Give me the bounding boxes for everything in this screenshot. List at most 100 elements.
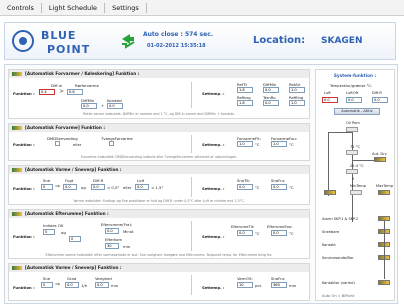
dmdsn-checkbox[interactable] xyxy=(55,141,60,146)
side-footer: Auto On = BlPoint xyxy=(322,294,355,298)
eller-label: eller xyxy=(123,185,132,190)
luft-input[interactable]: 0.0 xyxy=(322,97,338,103)
diffr-input[interactable]: 0.0 xyxy=(372,97,388,103)
ronforvarme-input[interactable]: 0.6 xyxy=(67,89,83,95)
section-note: Efterumme varme indbuldet: efter varmepe… xyxy=(45,253,273,257)
max-temp-led xyxy=(378,190,390,195)
min-temp-led xyxy=(324,190,336,195)
efterumetit-header: EfterumeTit: xyxy=(231,224,255,229)
settemp-label: Settemp. : xyxy=(202,91,225,96)
tvangs-label: TvangsForvarme xyxy=(101,136,133,141)
varighed-input[interactable]: 0.0 xyxy=(95,282,109,288)
sne-input[interactable]: 0 xyxy=(41,282,53,288)
autoclose-countdown: Auto close : 574 sec. xyxy=(143,31,214,38)
snotit-header: SnoTit: xyxy=(237,178,251,183)
grad-input[interactable]: 0.0 xyxy=(65,282,79,288)
luftoff-input[interactable]: 0.0 xyxy=(346,97,362,103)
kondsbl-input[interactable]: 0.0 xyxy=(107,103,123,109)
funktion-label: Funktion : xyxy=(13,142,35,147)
diffmin-input[interactable]: 0.0 xyxy=(81,103,97,109)
section-varme-sneverp: [Automatisk Varme / Sneverp] Funktion : … xyxy=(8,165,310,205)
efterumetit-input[interactable]: 0.0 xyxy=(237,230,253,236)
sne-input[interactable]: 0 xyxy=(41,184,53,190)
reffling-input[interactable]: 1.0 xyxy=(289,100,305,106)
efterumefou-input[interactable]: 0.0 xyxy=(271,230,287,236)
efterkom-label: Efterkom xyxy=(105,237,123,242)
varmtit-input[interactable]: 10 xyxy=(237,282,253,288)
lt-label: < 0,5° xyxy=(107,185,120,190)
settemp-label: Settemp. : xyxy=(202,234,225,239)
section-title: [Automatisk Forvarmer / Køleskering] Fun… xyxy=(9,70,309,78)
diffin-input[interactable]: 0.4 xyxy=(39,89,55,95)
efterumme-start-input[interactable]: 0 xyxy=(69,236,81,242)
arrow-right-icon: ⇒ xyxy=(55,281,61,288)
section-efterumme: [Automatisk Efterumme] Funktion : Funkti… xyxy=(8,209,310,259)
section-note: Forvarme indbuldet: DMDSenvarding indbul… xyxy=(80,155,238,159)
unit-label: °C xyxy=(289,185,294,190)
ronforvarme-label: Rørforvarme xyxy=(75,83,99,88)
efterumme-unit: Minut xyxy=(123,229,134,234)
snofru-header: SnoFru: xyxy=(271,276,286,281)
tvangs-checkbox[interactable] xyxy=(109,141,114,146)
unit-label: °C xyxy=(255,231,260,236)
section-forvarme: [Automatisk Forvarme] Funktion : Funktio… xyxy=(8,123,310,161)
section-title-text: [Automatisk Forvarmer / Køleskering] Fun… xyxy=(25,71,140,76)
logo-dot xyxy=(19,37,27,45)
section-forvarmer-koleskering: [Automatisk Forvarmer / Køleskering] Fun… xyxy=(8,69,310,119)
fugt-input[interactable]: 0.0 xyxy=(63,184,77,190)
t1-indicator xyxy=(346,150,358,155)
separator xyxy=(191,221,192,251)
kontakt-label: Kontakt xyxy=(322,243,336,247)
fugt-label: Fugt xyxy=(65,178,74,183)
efterumme-label: Efterumme(Fra): xyxy=(101,222,133,227)
forvarme-fit-input[interactable]: 1.0 xyxy=(237,141,253,147)
header-panel: BLUE POINT Auto close : 574 sec. 01-02-2… xyxy=(4,22,396,60)
luftoff-label: LuftOff xyxy=(346,91,359,95)
indlaes-label: Indlaes OK xyxy=(43,223,64,228)
efterumme-input[interactable]: 0.0 xyxy=(105,228,119,234)
refforg-input[interactable]: 1.8 xyxy=(237,100,253,106)
funktion-label: Funktion : xyxy=(13,91,35,96)
og-label: og xyxy=(61,230,66,235)
t1-label: 71 °C xyxy=(350,145,361,149)
section-title-text: [Automatisk Forvarme] Funktion : xyxy=(25,125,106,130)
luft-label: Luft xyxy=(137,178,145,183)
grad-unit: 1/h xyxy=(81,283,88,288)
service-label: Servicesonde/Bar xyxy=(322,256,354,260)
plus-sign: + xyxy=(101,103,105,108)
section-bar xyxy=(12,126,22,130)
varighed-label: Varighed xyxy=(95,276,112,281)
separator xyxy=(191,177,192,197)
snofru-input[interactable]: 360 xyxy=(271,282,287,288)
diffmin-set-input[interactable]: 0.0 xyxy=(263,87,279,93)
diffr-label: Diff.R xyxy=(93,178,104,183)
settemp-label: Settemp. : xyxy=(202,142,225,147)
funktion-label: Funktion : xyxy=(13,234,35,239)
section-bar xyxy=(12,212,22,216)
forvarme-fou-input[interactable]: 1.0 xyxy=(271,141,287,147)
automatik-button[interactable]: Automatik - AKtiv xyxy=(334,108,380,115)
diffr-label: Diff.R xyxy=(372,91,382,95)
diffr-input[interactable]: 0.0 xyxy=(91,184,105,190)
snofru-input[interactable]: 0.0 xyxy=(271,184,287,190)
section-title: [Automatisk Varme / Sneverp] Funktion : xyxy=(9,264,309,272)
unit-label: °C xyxy=(255,185,260,190)
menu-light-schedule[interactable]: Light Schedule xyxy=(42,2,106,13)
section-title: [Automatisk Varme / Sneverp] Funktion : xyxy=(9,166,309,174)
min-temp-label: MinTemp xyxy=(350,184,366,188)
temru-input[interactable]: 0.0 xyxy=(263,100,279,106)
refresh-icon[interactable] xyxy=(120,31,136,49)
reft-input[interactable]: 1.8 xyxy=(237,87,253,93)
menu-controls[interactable]: Controls xyxy=(0,2,42,13)
menu-settings[interactable]: Settings xyxy=(105,2,147,13)
luft-input[interactable]: 0.0 xyxy=(135,184,149,190)
snofru-header: SnoFru: xyxy=(271,178,286,183)
section-title: [Automatisk Forvarme] Funktion : xyxy=(9,124,309,132)
side-title: System-funktion : xyxy=(333,73,377,78)
refair-input[interactable]: 1.0 xyxy=(289,87,305,93)
section-varme-sneverp-2: [Automatisk Varme / Sneverp] Funktion : … xyxy=(8,263,310,301)
efterkom-input[interactable]: 30 xyxy=(105,243,119,249)
indlaes-input[interactable]: 0 xyxy=(43,229,55,235)
snotit-input[interactable]: 0.0 xyxy=(237,184,253,190)
dmdsn-label: DMDSenvarding xyxy=(47,136,78,141)
